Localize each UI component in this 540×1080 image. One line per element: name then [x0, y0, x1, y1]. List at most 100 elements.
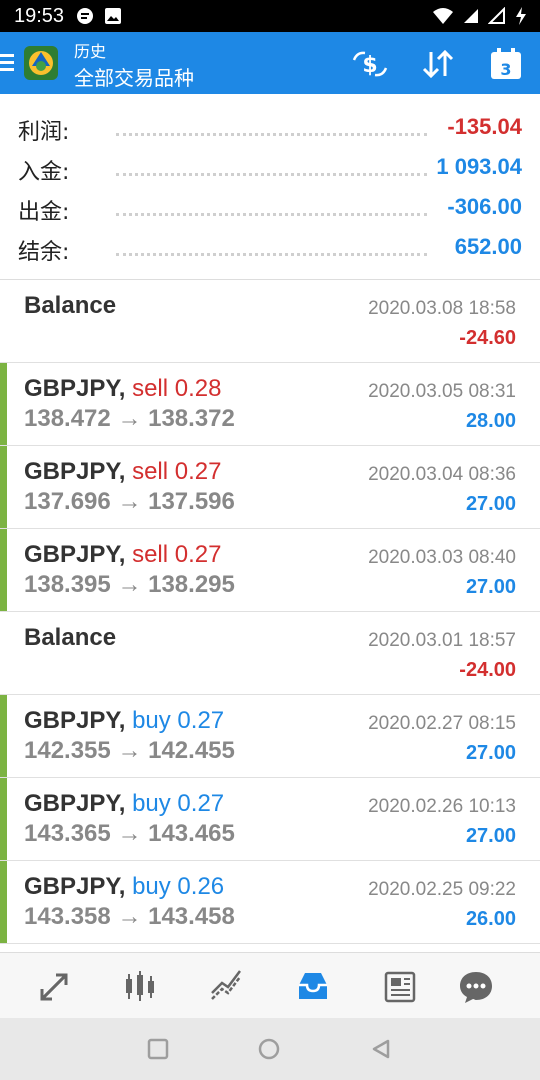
home-icon[interactable] [256, 1036, 282, 1062]
history-icon[interactable] [293, 967, 333, 1007]
dotted-leader [116, 213, 427, 216]
deal-profit: 27.00 [465, 493, 516, 515]
system-nav-bar [0, 1018, 540, 1080]
recents-icon[interactable] [145, 1036, 171, 1062]
symbol-filter-title[interactable]: 全部交易品种 [74, 62, 194, 91]
close-price: 142.455 [148, 737, 235, 764]
deal-date: 2020.03.01 18:57 [368, 630, 516, 651]
app-bar: 历史 全部交易品种 $ 3 [0, 32, 540, 94]
quotes-icon[interactable] [34, 967, 74, 1007]
arrow-icon: → [117, 737, 142, 764]
deal-date: 2020.02.26 10:13 [368, 796, 516, 817]
history-item-trade[interactable]: GBPJPY, sell 0.28 138.472 → 138.372 2020… [0, 363, 540, 446]
menu-icon[interactable] [0, 54, 14, 75]
trade-direction: buy 0.26 [132, 873, 225, 900]
clock: 19:53 [14, 4, 65, 27]
arrow-icon: → [117, 903, 142, 930]
history-item-trade[interactable]: GBPJPY, buy 0.27 143.365 → 143.465 2020.… [0, 778, 540, 861]
history-item-trade[interactable]: GBPJPY, buy 0.27 142.355 → 142.455 2020.… [0, 695, 540, 778]
arrow-icon: → [117, 488, 142, 515]
balance-title: Balance [24, 292, 117, 319]
page-subtitle: 历史 [74, 42, 107, 61]
summary-label: 出金: [18, 200, 70, 225]
trade-symbol: GBPJPY, [24, 707, 126, 734]
signal-2-icon [488, 7, 505, 24]
history-item-trade[interactable]: GBPJPY, sell 0.27 138.395 → 138.295 2020… [0, 529, 540, 612]
open-price: 143.358 [24, 903, 111, 930]
deal-profit: -24.00 [459, 659, 516, 681]
close-price: 143.465 [148, 820, 235, 847]
trade-symbol: GBPJPY, [24, 873, 126, 900]
trade-symbol: GBPJPY, [24, 541, 126, 568]
deal-profit: -24.60 [459, 327, 516, 349]
bottom-nav [0, 952, 540, 1019]
trade-direction: sell 0.28 [132, 375, 222, 402]
image-icon [105, 8, 122, 24]
signal-icon [464, 9, 478, 23]
summary-value: -135.04 [447, 114, 522, 139]
history-item-balance[interactable]: Balance 2020.03.08 18:58 -24.60 [0, 280, 540, 363]
dotted-leader [116, 253, 427, 256]
close-price: 143.458 [148, 903, 235, 930]
deal-date: 2020.03.05 08:31 [368, 381, 516, 402]
trade-icon[interactable] [206, 967, 246, 1007]
summary-row-profit: 利润: -135.04 [18, 106, 522, 146]
open-price: 143.365 [24, 820, 111, 847]
summary-row-deposit: 入金: 1 093.04 [18, 146, 522, 186]
deal-date: 2020.03.08 18:58 [368, 298, 516, 319]
news-icon[interactable] [380, 967, 420, 1007]
sort-icon[interactable] [418, 44, 458, 84]
summary-label: 利润: [18, 120, 70, 145]
arrow-icon: → [117, 571, 142, 598]
trade-direction: buy 0.27 [132, 790, 225, 817]
summary-value: -306.00 [447, 194, 522, 219]
summary-value: 652.00 [454, 234, 522, 259]
trade-direction: buy 0.27 [132, 707, 225, 734]
history-item-balance[interactable]: Balance 2020.03.01 18:57 -24.00 [0, 612, 540, 695]
trade-symbol: GBPJPY, [24, 375, 126, 402]
calendar-icon[interactable]: 3 [486, 44, 526, 84]
history-item-trade[interactable]: GBPJPY, buy 0.26 143.358 → 143.458 2020.… [0, 861, 540, 944]
summary-panel: 利润: -135.04 入金: 1 093.04 出金: -306.00 结余:… [0, 96, 540, 280]
summary-label: 结余: [18, 240, 70, 265]
close-price: 137.596 [148, 488, 235, 515]
summary-value: 1 093.04 [436, 154, 522, 179]
open-price: 137.696 [24, 488, 111, 515]
dotted-leader [116, 173, 427, 176]
arrow-icon: → [117, 820, 142, 847]
trade-direction: sell 0.27 [132, 541, 222, 568]
deal-profit: 27.00 [465, 742, 516, 764]
battery-charging-icon [516, 7, 526, 25]
open-price: 142.355 [24, 737, 111, 764]
chat-icon[interactable] [456, 967, 496, 1007]
deal-date: 2020.03.03 08:40 [368, 547, 516, 568]
open-price: 138.472 [24, 405, 111, 432]
notification-icon [77, 8, 94, 24]
dotted-leader [116, 133, 427, 136]
open-price: 138.395 [24, 571, 111, 598]
balance-title: Balance [24, 624, 117, 651]
deal-date: 2020.02.27 08:15 [368, 713, 516, 734]
deal-profit: 27.00 [465, 825, 516, 847]
chart-icon[interactable] [120, 967, 160, 1007]
close-price: 138.372 [148, 405, 235, 432]
summary-row-balance: 结余: 652.00 [18, 226, 522, 266]
trade-symbol: GBPJPY, [24, 790, 126, 817]
trade-symbol: GBPJPY, [24, 458, 126, 485]
trade-direction: sell 0.27 [132, 458, 222, 485]
deal-date: 2020.02.25 09:22 [368, 879, 516, 900]
deal-profit: 27.00 [465, 576, 516, 598]
deal-profit: 26.00 [465, 908, 516, 930]
arrow-icon: → [117, 405, 142, 432]
deal-date: 2020.03.04 08:36 [368, 464, 516, 485]
wifi-icon [433, 8, 453, 24]
history-item-trade[interactable]: GBPJPY, sell 0.27 137.696 → 137.596 2020… [0, 446, 540, 529]
currency-exchange-icon[interactable]: $ [350, 44, 390, 84]
close-price: 138.295 [148, 571, 235, 598]
deal-profit: 28.00 [465, 410, 516, 432]
back-icon[interactable] [368, 1036, 394, 1062]
summary-label: 入金: [18, 160, 70, 185]
summary-row-withdrawal: 出金: -306.00 [18, 186, 522, 226]
history-list: Balance 2020.03.08 18:58 -24.60 GBPJPY, … [0, 280, 540, 944]
app-logo[interactable] [22, 44, 60, 82]
